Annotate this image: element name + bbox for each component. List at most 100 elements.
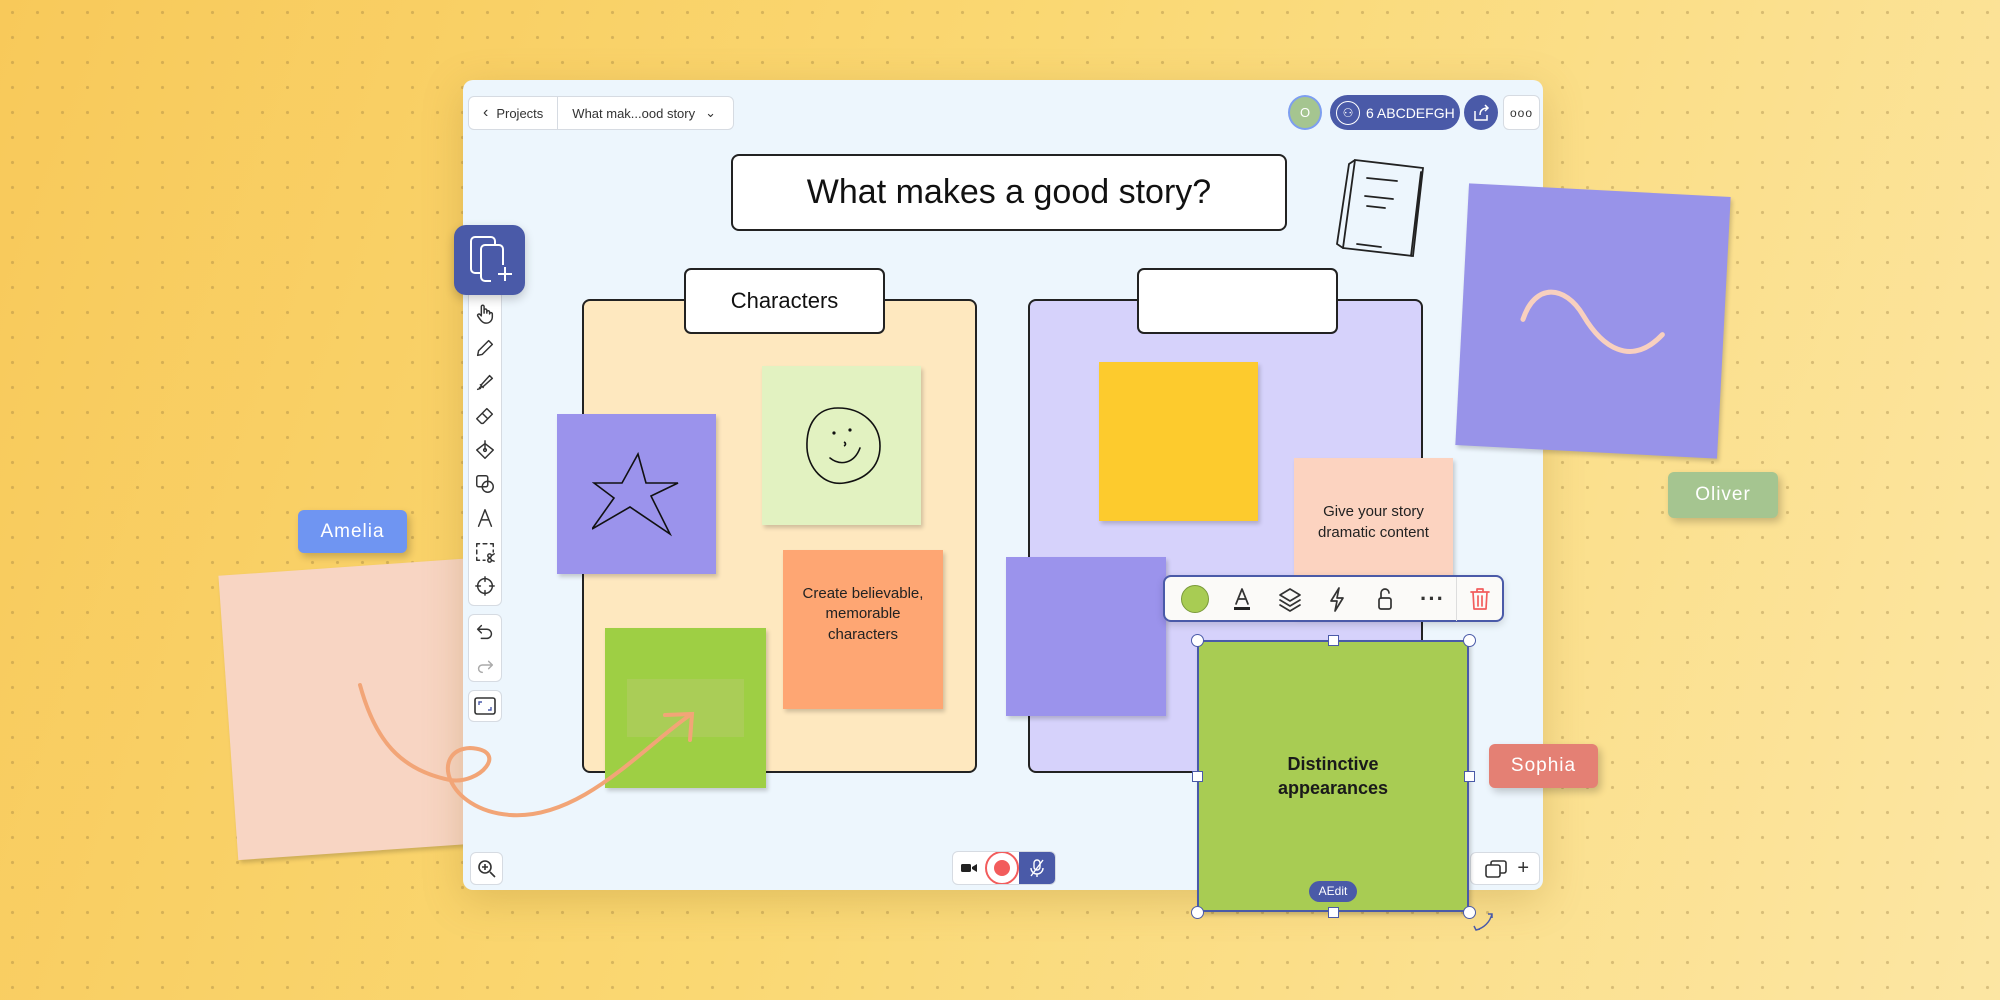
resize-handle-t[interactable] xyxy=(1328,635,1339,646)
breadcrumb: ‹ Projects What mak...ood story ⌄ xyxy=(468,96,734,130)
sticky-note-selected[interactable]: Distinctive appearances A Edit xyxy=(1197,640,1469,912)
note-text: Create believable, memorable characters xyxy=(802,585,924,643)
shapes-tool[interactable] xyxy=(468,467,502,501)
board-title[interactable]: What makes a good story? xyxy=(731,154,1287,231)
back-projects-button[interactable]: ‹ Projects xyxy=(469,97,559,129)
fill-tool[interactable] xyxy=(468,433,502,467)
more-actions-button[interactable]: ··· xyxy=(1409,577,1457,621)
crosshair-icon xyxy=(475,576,495,596)
cursor-label-sophia: Sophia xyxy=(1489,744,1598,788)
record-icon xyxy=(994,860,1010,876)
export-icon xyxy=(1474,103,1490,121)
share-label: 6 ABCDEFGH xyxy=(1366,104,1455,121)
board-name: What mak...ood story xyxy=(572,105,696,121)
board-name-dropdown[interactable]: What mak...ood story ⌄ xyxy=(558,105,730,121)
sticky-note-wave[interactable] xyxy=(1455,183,1731,459)
hand-tool[interactable] xyxy=(468,297,502,331)
page-controls: + xyxy=(1470,852,1540,885)
lock-button[interactable] xyxy=(1361,577,1409,621)
section-characters-header[interactable]: Characters xyxy=(684,268,885,334)
eraser-icon xyxy=(476,407,494,425)
note-text: Distinctive appearances xyxy=(1277,753,1389,798)
sticky-note-purple[interactable] xyxy=(1006,557,1166,716)
camera-button[interactable] xyxy=(953,862,985,874)
zoom-in-icon xyxy=(477,859,496,878)
eraser-tool[interactable] xyxy=(468,399,502,433)
zoom-button[interactable] xyxy=(470,852,503,885)
section-untitled-header[interactable] xyxy=(1137,268,1338,334)
star-doodle-icon xyxy=(591,451,678,536)
sticky-note-smiley[interactable] xyxy=(762,366,921,525)
copy-add-icon xyxy=(469,236,512,282)
share-collaborators-button[interactable]: ⚇ 6 ABCDEFGH xyxy=(1330,95,1460,130)
avatar-initial: O xyxy=(1299,105,1311,120)
sticky-note-star[interactable] xyxy=(557,414,716,574)
resize-handle-tl[interactable] xyxy=(1191,634,1204,647)
more-options-button[interactable]: ooo xyxy=(1503,95,1540,130)
sticky-note-orange[interactable]: Create believable, memorable characters xyxy=(783,550,943,709)
history-toolbar xyxy=(468,614,502,682)
chevron-left-icon: ‹ xyxy=(483,104,489,121)
wave-doodle-icon xyxy=(1520,289,1665,354)
section-label: Characters xyxy=(730,288,839,313)
cursor-name: Oliver xyxy=(1695,484,1751,505)
cursor-label-amelia: Amelia xyxy=(298,510,407,553)
resize-handle-bl[interactable] xyxy=(1191,906,1204,919)
lightning-icon xyxy=(1330,586,1345,612)
drawing-toolbar xyxy=(468,290,502,606)
delete-button[interactable] xyxy=(1456,576,1502,621)
unlock-icon xyxy=(1378,587,1392,610)
resize-handle-l[interactable] xyxy=(1192,771,1203,782)
resize-handle-r[interactable] xyxy=(1464,771,1475,782)
add-pages-button[interactable] xyxy=(454,225,525,295)
book-doodle-icon[interactable] xyxy=(1335,158,1427,258)
note-text: Give your story dramatic content xyxy=(1318,503,1429,541)
arrow-doodle-icon[interactable] xyxy=(350,680,700,820)
text-icon: A xyxy=(1318,884,1327,899)
avatar[interactable]: O xyxy=(1288,95,1322,130)
color-swatch xyxy=(1180,584,1209,613)
highlighter-icon xyxy=(476,374,494,391)
export-button[interactable] xyxy=(1464,95,1498,130)
edit-text-button[interactable]: A Edit xyxy=(1309,881,1357,902)
back-label: Projects xyxy=(496,105,544,121)
lasso-cut-tool[interactable] xyxy=(468,535,502,569)
layers-button[interactable] xyxy=(1266,577,1314,621)
video-camera-icon xyxy=(961,864,977,872)
lasso-scissors-icon xyxy=(476,543,495,563)
recording-controls xyxy=(952,851,1056,885)
actions-button[interactable] xyxy=(1314,577,1362,621)
layers-icon xyxy=(1279,587,1301,612)
target-tool[interactable] xyxy=(468,569,502,603)
chevron-down-icon: ⌄ xyxy=(705,105,717,120)
text-icon xyxy=(477,509,493,527)
redo-icon xyxy=(477,660,494,673)
pencil-tool[interactable] xyxy=(468,331,502,365)
resize-handle-b[interactable] xyxy=(1328,907,1339,918)
frame-view-button[interactable] xyxy=(468,690,502,722)
ellipsis-icon: ··· xyxy=(1420,585,1445,611)
rotate-icon[interactable] xyxy=(1472,910,1496,934)
highlighter-tool[interactable] xyxy=(468,365,502,399)
selection-toolbar: ··· xyxy=(1163,575,1504,622)
pages-icon[interactable] xyxy=(1485,859,1508,879)
color-picker-button[interactable] xyxy=(1171,577,1219,621)
add-page-icon[interactable]: + xyxy=(1517,857,1529,880)
board-title-text: What makes a good story? xyxy=(806,173,1212,211)
cursor-name: Amelia xyxy=(320,520,385,542)
redo-button[interactable] xyxy=(468,648,502,681)
resize-handle-tr[interactable] xyxy=(1463,634,1476,647)
text-tool[interactable] xyxy=(468,501,502,535)
undo-button[interactable] xyxy=(468,615,502,648)
mute-mic-button[interactable] xyxy=(1019,852,1055,884)
frame-icon xyxy=(474,697,496,715)
sticky-note-yellow[interactable] xyxy=(1099,362,1258,521)
shapes-icon xyxy=(476,475,494,493)
cursor-name: Sophia xyxy=(1510,755,1577,776)
record-button[interactable] xyxy=(985,852,1019,884)
text-color-button[interactable] xyxy=(1219,577,1267,621)
paint-bucket-icon xyxy=(476,440,494,459)
undo-icon xyxy=(476,624,493,639)
smiley-doodle-icon xyxy=(805,406,881,484)
pencil-icon xyxy=(476,339,494,357)
